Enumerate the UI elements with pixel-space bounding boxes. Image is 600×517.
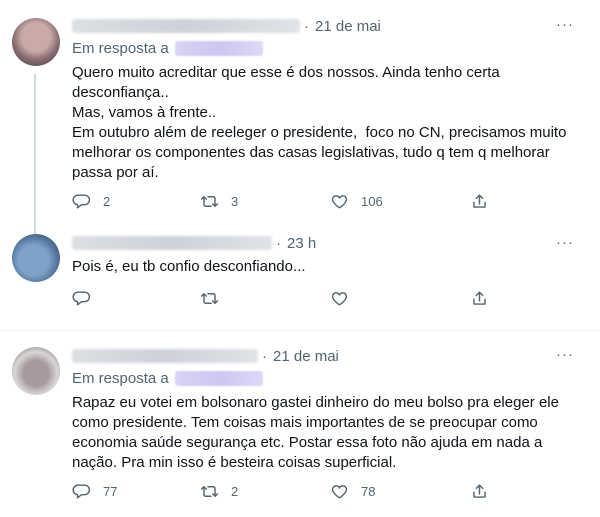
tweet-text-line: Em outubro além de reeleger o presidente…: [72, 124, 567, 141]
like-count: 78: [361, 483, 376, 499]
tweet-text-line: melhorar os componentes das casas legisl…: [72, 144, 550, 161]
reply-button[interactable]: [72, 288, 91, 308]
like-count: 106: [361, 193, 383, 209]
reply-count: 77: [103, 483, 118, 499]
more-icon[interactable]: ···: [556, 234, 574, 251]
tweet-text-line: desconfiança..: [72, 84, 169, 101]
retweet-button[interactable]: [200, 288, 219, 308]
tweet-text: Rapaz eu votei em bolsonaro gastei dinhe…: [72, 393, 572, 473]
reply-context: Em resposta a: [72, 38, 263, 58]
like-icon: [331, 484, 348, 499]
like-icon: [331, 194, 348, 209]
reply-count: 2: [103, 193, 111, 209]
tweet[interactable]: · 23 h ··· Pois é, eu tb confio desconfi…: [0, 226, 600, 326]
reply-prefix: Em resposta a: [72, 369, 169, 387]
more-icon[interactable]: ···: [556, 16, 574, 33]
reply-button[interactable]: 77: [72, 481, 117, 501]
tweet-text-line: Pois é, eu tb confio desconfiando...: [72, 258, 306, 275]
tweet-actions: 77 2 78: [72, 481, 512, 501]
avatar[interactable]: [12, 234, 60, 282]
tweet-timestamp[interactable]: 21 de mai: [273, 348, 339, 365]
like-button[interactable]: 78: [330, 481, 375, 501]
share-icon: [473, 193, 486, 208]
share-icon: [473, 290, 486, 305]
redacted-reply-handle[interactable]: [174, 40, 263, 56]
tweet-text-line: como presidente. Tem coisas mais importa…: [72, 414, 538, 431]
tweet-header: · 21 de mai: [72, 346, 339, 366]
redacted-author-name[interactable]: [72, 236, 272, 250]
redacted-author-name[interactable]: [72, 19, 300, 33]
more-icon[interactable]: ···: [556, 346, 574, 363]
tweet-text: Pois é, eu tb confio desconfiando...: [72, 257, 572, 277]
like-button[interactable]: 106: [330, 191, 383, 211]
retweet-button[interactable]: 3: [200, 191, 238, 211]
thread-line: [34, 74, 36, 234]
retweet-icon: [200, 485, 219, 497]
retweet-button[interactable]: 2: [200, 481, 238, 501]
tweet-text: Quero muito acreditar que esse é dos nos…: [72, 63, 572, 183]
reply-icon: [72, 483, 91, 499]
tweet-text-line: passa por aí.: [72, 164, 159, 181]
redacted-author-name[interactable]: [72, 349, 258, 363]
avatar[interactable]: [12, 18, 60, 66]
tweet-header: · 23 h: [72, 233, 316, 253]
tweet-actions: 2 3 106: [72, 191, 512, 211]
retweet-count: 3: [231, 193, 239, 209]
retweet-icon: [200, 292, 219, 304]
redacted-reply-handle[interactable]: [174, 370, 263, 386]
tweet-text-line: economia saúde segurança etc. Postar ess…: [72, 434, 543, 451]
tweet[interactable]: · 21 de mai ··· Em resposta a Quero muit…: [0, 0, 600, 234]
share-icon: [473, 483, 486, 498]
reply-icon: [72, 290, 91, 306]
like-icon: [331, 291, 348, 306]
avatar[interactable]: [12, 347, 60, 395]
tweet-text-line: nação. Pra min isso é besteira coisas su…: [72, 454, 397, 471]
tweet-timestamp[interactable]: 23 h: [287, 235, 316, 252]
tweet-text-line: Mas, vamos à frente..: [72, 104, 217, 121]
tweet-timestamp[interactable]: 21 de mai: [315, 18, 381, 35]
tweet[interactable]: · 21 de mai ··· Em resposta a Rapaz eu v…: [0, 331, 600, 517]
reply-prefix: Em resposta a: [72, 39, 169, 57]
share-button[interactable]: [470, 481, 489, 501]
tweet-header: · 21 de mai: [72, 16, 381, 36]
tweet-text-line: Rapaz eu votei em bolsonaro gastei dinhe…: [72, 394, 559, 411]
share-button[interactable]: [470, 191, 489, 211]
share-button[interactable]: [470, 288, 489, 308]
like-button[interactable]: [330, 288, 349, 308]
retweet-icon: [200, 195, 219, 207]
reply-icon: [72, 193, 91, 209]
separator-dot: ·: [262, 347, 267, 365]
retweet-count: 2: [231, 483, 239, 499]
separator-dot: ·: [276, 234, 281, 252]
separator-dot: ·: [304, 17, 309, 35]
reply-button[interactable]: 2: [72, 191, 110, 211]
tweet-text-line: Quero muito acreditar que esse é dos nos…: [72, 64, 500, 81]
tweet-actions: [72, 288, 512, 308]
reply-context: Em resposta a: [72, 368, 263, 388]
